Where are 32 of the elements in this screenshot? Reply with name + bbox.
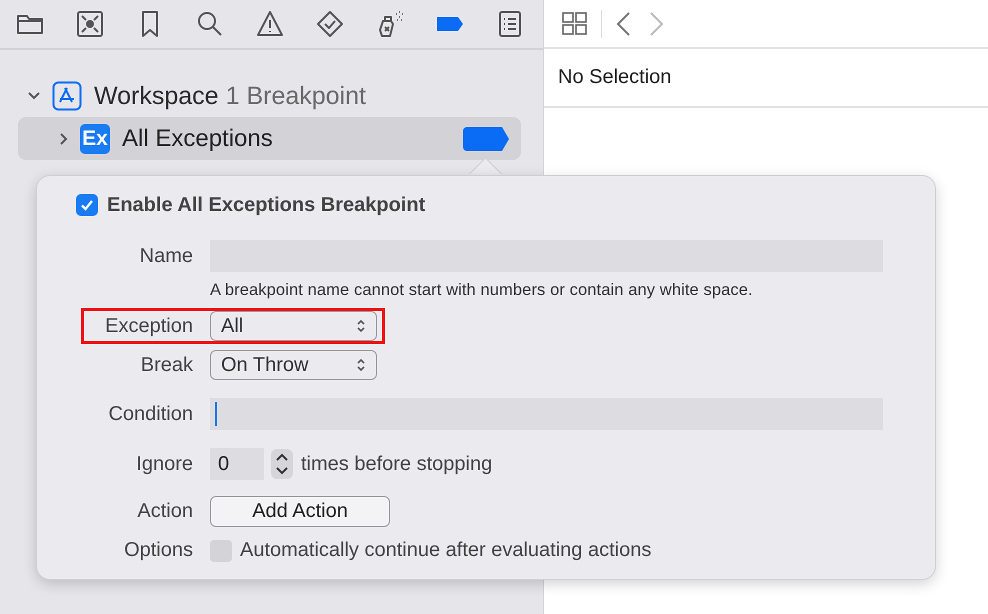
enable-checkbox[interactable] [76,194,98,216]
app-store-icon [52,81,82,111]
breakpoint-row[interactable]: Ex All Exceptions [18,117,521,160]
breakpoint-tag-icon[interactable] [463,126,509,150]
popup-button[interactable]: On Throw [210,350,377,380]
no-selection-label: No Selection [544,49,988,108]
warning-icon [255,9,285,39]
enable-label: Enable All Exceptions Breakpoint [107,194,426,216]
field-label: Ignore [135,452,193,476]
up-down-chevron-icon [356,319,366,333]
text-field[interactable] [210,398,883,430]
workspace-label: Workspace [94,82,219,110]
ignore-count-field[interactable]: 0 [210,448,264,480]
stepper-icon[interactable] [271,449,293,479]
field-label: Action [136,500,193,523]
name-hint: A breakpoint name cannot start with numbers or contain any white space. [210,281,753,300]
field-label: Condition [107,402,193,426]
popup-button[interactable]: All [210,311,377,341]
field-label: Options [123,539,193,562]
field-label: Name [138,244,193,268]
breakpoint-count: 1 Breakpoint [226,82,366,110]
up-down-chevron-icon [356,358,366,372]
stepper-suffix: times before stopping [301,452,492,476]
related-items-icon[interactable] [561,10,589,38]
add-action-button[interactable]: Add Action [210,496,390,527]
field-label: Exception [104,314,193,338]
breakpoint-label: All Exceptions [122,124,274,152]
target-square-icon [75,9,105,39]
option-label: Automatically continue after evaluating actions [240,539,652,562]
diamond-check-icon [315,9,345,39]
exception-badge: Ex [80,124,110,154]
field-label: Break [140,354,193,376]
